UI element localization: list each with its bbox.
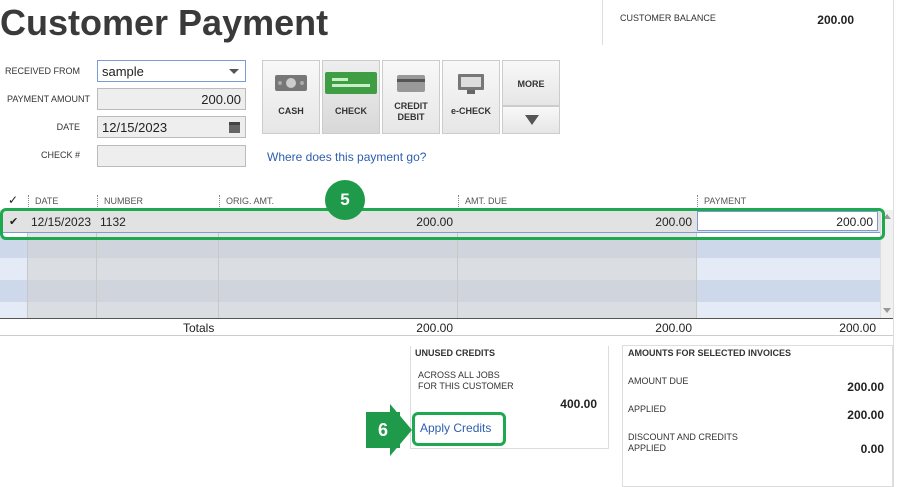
column-date[interactable]: DATE [35, 196, 58, 206]
credit-debit-button[interactable]: CREDIT DEBIT [382, 60, 440, 134]
echeck-icon [458, 74, 484, 94]
applied-value: 200.00 [847, 408, 884, 422]
totals-row: Totals 200.00 200.00 200.00 [0, 318, 893, 336]
selected-invoices-panel: AMOUNTS FOR SELECTED INVOICES AMOUNT DUE… [622, 345, 893, 487]
where-does-payment-go-link[interactable]: Where does this payment go? [267, 150, 426, 164]
amount-due-label: AMOUNT DUE [628, 376, 689, 386]
more-dropdown-button[interactable] [502, 106, 560, 134]
column-orig-amt[interactable]: ORIG. AMT. [226, 196, 274, 206]
total-orig-amt: 200.00 [416, 321, 453, 335]
payment-amount-input[interactable]: 200.00 [97, 88, 246, 110]
received-from-label: RECEIVED FROM [4, 66, 80, 76]
date-label: DATE [56, 122, 80, 132]
cash-button[interactable]: CASH [262, 60, 320, 134]
column-payment[interactable]: PAYMENT [704, 196, 746, 206]
page-title: Customer Payment [0, 2, 329, 43]
check-icon [325, 72, 377, 94]
selected-invoices-title: AMOUNTS FOR SELECTED INVOICES [628, 348, 792, 358]
applied-label: APPLIED [628, 404, 667, 414]
header-divider [602, 0, 603, 45]
discount-credits-value: 0.00 [860, 442, 884, 456]
column-amt-due[interactable]: AMT. DUE [465, 196, 507, 206]
payment-amount-value: 200.00 [201, 92, 241, 107]
received-from-dropdown[interactable]: sample [97, 60, 246, 82]
payment-amount-label: PAYMENT AMOUNT [6, 94, 90, 104]
date-value: 12/15/2023 [102, 120, 168, 135]
unused-credits-title: UNUSED CREDITS [415, 348, 496, 358]
received-from-value: sample [102, 64, 144, 79]
credit-card-icon [397, 75, 425, 92]
step5-badge: 5 [325, 180, 365, 220]
total-amt-due: 200.00 [655, 321, 692, 335]
apply-credits-link[interactable]: Apply Credits [420, 421, 491, 435]
date-input[interactable]: 12/15/2023 [97, 116, 246, 138]
customer-balance-value: 200.00 [817, 13, 854, 27]
chevron-down-icon[interactable] [229, 69, 239, 74]
customer-balance-label: CUSTOMER BALANCE [620, 13, 716, 23]
check-number-label: CHECK # [40, 150, 80, 160]
more-button[interactable]: MORE [502, 60, 560, 106]
check-button[interactable]: CHECK [322, 60, 380, 134]
totals-label: Totals [183, 321, 215, 335]
unused-credits-line2: FOR THIS CUSTOMER [418, 381, 514, 391]
echeck-button[interactable]: e-CHECK [442, 60, 500, 134]
step6-arrow-icon [390, 404, 412, 456]
amount-due-value: 200.00 [847, 380, 884, 394]
total-payment: 200.00 [839, 321, 876, 335]
chevron-down-icon [525, 115, 539, 125]
calendar-icon[interactable] [229, 122, 240, 133]
step5-highlight [0, 208, 885, 240]
unused-credits-value: 400.00 [560, 397, 597, 411]
discount-credits-label: DISCOUNT AND CREDITS [628, 432, 738, 442]
cash-icon [275, 75, 307, 91]
right-frame-divider [893, 0, 894, 487]
scroll-down-icon[interactable] [883, 308, 891, 313]
unused-credits-line1: ACROSS ALL JOBS [418, 370, 500, 380]
check-number-input[interactable] [97, 145, 246, 167]
select-all-check-icon[interactable]: ✓ [8, 193, 18, 207]
column-number[interactable]: NUMBER [104, 196, 143, 206]
discount-credits-label-2: APPLIED [628, 443, 667, 453]
